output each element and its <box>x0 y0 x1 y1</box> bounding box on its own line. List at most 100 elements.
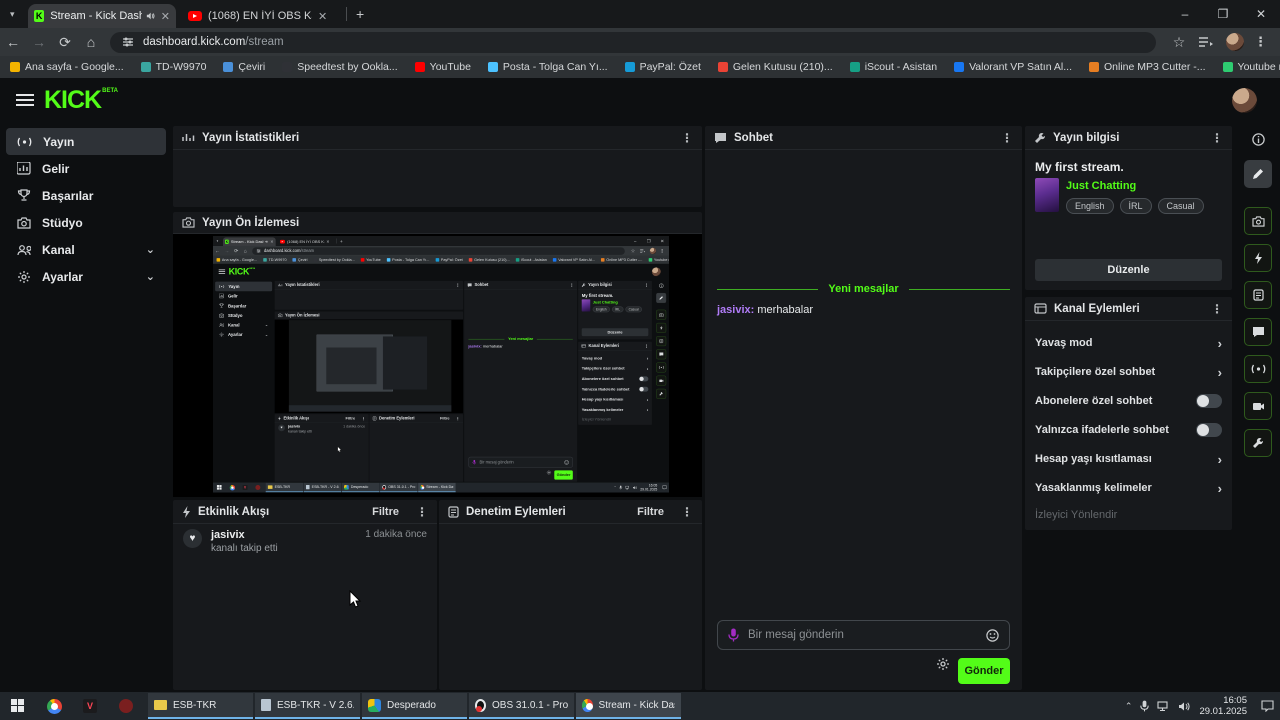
rail-preview-widget-button[interactable] <box>1244 207 1272 235</box>
browser-tab-kick[interactable]: K Stream - Kick Dashboard ✕ <box>28 4 176 28</box>
rail-edit-widget-button[interactable] <box>1244 160 1272 188</box>
filter-button[interactable]: Filtre <box>637 506 664 518</box>
address-bar[interactable]: dashboard.kick.com/stream <box>110 32 1156 53</box>
tray-microphone-icon[interactable] <box>1140 700 1149 712</box>
tray-expand-icon: ⌃ <box>614 486 617 490</box>
toggle-off[interactable] <box>1196 423 1222 437</box>
taskbar-app-esbtkr-v[interactable]: ESB-TKR - V 2.6.2.6 <box>255 693 360 719</box>
action-subscribers-only[interactable]: Abonelere özel sohbet <box>1025 390 1232 412</box>
panel-title: Sohbet <box>474 283 488 287</box>
category-thumbnail[interactable] <box>1035 178 1059 212</box>
window-minimize-button[interactable]: – <box>1166 0 1204 28</box>
bookmark-item[interactable]: Youtube müzik indir... <box>1223 61 1280 73</box>
panel-menu-icon[interactable]: ⋮ <box>416 505 428 519</box>
site-settings-icon[interactable] <box>122 36 134 48</box>
window-close-button[interactable]: ✕ <box>1242 0 1280 28</box>
bookmark-item[interactable]: Posta - Tolga Can Yı... <box>488 61 608 73</box>
chat-input[interactable]: Bir mesaj gönderin <box>717 620 1010 650</box>
user-avatar[interactable] <box>1232 88 1257 113</box>
tab-close-icon[interactable]: ✕ <box>161 10 170 23</box>
panel-menu-icon[interactable]: ⋮ <box>1211 131 1223 145</box>
sidebar-item-gelir[interactable]: Gelir <box>6 155 166 182</box>
action-account-age[interactable]: Hesap yaşı kısıtlaması› <box>1025 448 1232 470</box>
sidebar-item-kanal[interactable]: Kanal ⌄ <box>6 236 166 263</box>
tab-groups-icon[interactable] <box>1198 36 1214 48</box>
rail-chat-widget-button[interactable] <box>1244 318 1272 346</box>
sidebar-item-yayin[interactable]: Yayın <box>6 128 166 155</box>
browser-menu-icon[interactable]: ⋮ <box>1254 34 1267 50</box>
rail-settings-widget-button[interactable] <box>1244 429 1272 457</box>
chrome-launcher[interactable] <box>36 692 72 720</box>
start-button[interactable] <box>0 692 36 720</box>
action-host-viewers[interactable]: İzleyici Yönlendir <box>1025 504 1232 526</box>
panel-menu-icon[interactable]: ⋮ <box>1001 131 1013 145</box>
activity-item[interactable]: ♥ jasivix kanalı takip etti 1 dakika önc… <box>183 529 427 554</box>
rail-activity-widget-button[interactable] <box>1244 244 1272 272</box>
action-banned-words[interactable]: Yasaklanmış kelimeler› <box>1025 477 1232 499</box>
site-settings-icon <box>256 249 260 253</box>
app-launcher[interactable] <box>108 692 144 720</box>
window-maximize-button[interactable]: ❐ <box>1204 0 1242 28</box>
home-icon[interactable]: ⌂ <box>78 34 104 50</box>
new-tab-button[interactable]: + <box>356 6 364 22</box>
tab-close-icon[interactable]: ✕ <box>318 10 327 23</box>
panel-menu-icon[interactable]: ⋮ <box>681 131 693 145</box>
panel-menu-icon[interactable]: ⋮ <box>1211 302 1223 316</box>
valorant-launcher[interactable]: V <box>72 692 108 720</box>
microphone-icon[interactable] <box>728 628 739 642</box>
taskbar-clock[interactable]: 16:05 29.01.2025 <box>1199 695 1247 717</box>
browser-tab-youtube[interactable]: (1068) EN İYİ OBS Kayıt Ayan N ✕ <box>182 4 340 28</box>
action-followers-only[interactable]: Takipçilere özel sohbet› <box>1025 361 1232 383</box>
bookmark-item[interactable]: Valorant VP Satın Al... <box>954 61 1072 73</box>
edit-stream-button[interactable]: Düzenle <box>1035 259 1222 281</box>
bookmark-item[interactable]: TD-W9970 <box>141 61 207 73</box>
bookmark-item[interactable]: Çeviri <box>223 61 265 73</box>
emoji-picker-icon[interactable] <box>986 629 999 642</box>
action-emotes-only[interactable]: Yalnızca ifadelerle sohbet <box>1025 419 1232 441</box>
browser-profile-avatar[interactable] <box>1226 33 1244 51</box>
kick-logo[interactable]: KICKBETA <box>44 88 118 113</box>
forward-icon[interactable]: → <box>26 34 52 50</box>
bookmark-item[interactable]: PayPal: Özet <box>625 61 701 73</box>
bookmark-item[interactable]: Speedtest by Ookla... <box>282 61 397 73</box>
rail-clips-widget-button[interactable] <box>1244 392 1272 420</box>
chat-settings-gear-icon[interactable] <box>936 657 950 671</box>
reload-icon[interactable]: ⟳ <box>52 34 78 51</box>
tab-search-icon[interactable]: ▾ <box>10 9 15 20</box>
category-name[interactable]: Just Chatting <box>1066 180 1136 192</box>
sidebar-item-ayarlar[interactable]: Ayarlar ⌄ <box>6 263 166 290</box>
bookmark-item[interactable]: YouTube <box>415 61 471 73</box>
rail-stats-widget-button[interactable] <box>1244 355 1272 383</box>
bookmark-item[interactable]: Ana sayfa - Google... <box>10 61 124 73</box>
taskbar-app-obs[interactable]: OBS 31.0.1 - Profil: ... <box>469 693 574 719</box>
info-icon[interactable] <box>1252 133 1265 146</box>
obs-icon <box>382 485 386 490</box>
tray-volume-icon[interactable] <box>1178 701 1191 712</box>
filter-button[interactable]: Filtre <box>372 506 399 518</box>
action-slow-mode[interactable]: Yavaş mod› <box>1025 332 1232 354</box>
taskbar-app-kick-dashboard[interactable]: Stream - Kick Dash... <box>576 693 681 719</box>
panel-menu-icon[interactable]: ⋮ <box>681 505 693 519</box>
notification-center-icon[interactable] <box>1261 700 1274 712</box>
stream-preview-video[interactable]: ▾ K Stream - Kick Dashboard ✕ (1068) EN … <box>173 234 702 497</box>
bookmark-item[interactable]: iScout - Asistan <box>850 61 937 73</box>
bookmark-item[interactable]: Gelen Kutusu (210)... <box>718 61 833 73</box>
bookmark-item[interactable]: Online MP3 Cutter -... <box>1089 61 1206 73</box>
sidebar-item-studyo[interactable]: Stüdyo <box>6 209 166 236</box>
menu-hamburger-icon[interactable] <box>16 94 34 106</box>
tab-audio-icon[interactable] <box>146 11 155 21</box>
trophy-icon <box>219 303 224 308</box>
taskbar-app-esbtkr[interactable]: ESB-TKR <box>148 693 253 719</box>
tray-expand-icon[interactable]: ⌃ <box>1125 701 1133 712</box>
send-button[interactable]: Gönder <box>958 658 1010 684</box>
toggle-off[interactable] <box>1196 394 1222 408</box>
live-badge: YAYINDA <box>278 338 298 344</box>
rail-moderation-widget-button[interactable] <box>1244 281 1272 309</box>
chat-username[interactable]: jasivix: <box>717 304 754 316</box>
chat-bubble-icon <box>1252 326 1265 338</box>
sidebar-item-basarilar[interactable]: Başarılar <box>6 182 166 209</box>
tray-network-icon[interactable] <box>1157 701 1170 712</box>
bookmark-star-icon[interactable]: ☆ <box>1166 34 1192 51</box>
back-icon[interactable]: ← <box>0 34 26 50</box>
taskbar-app-desperado[interactable]: Desperado <box>362 693 467 719</box>
